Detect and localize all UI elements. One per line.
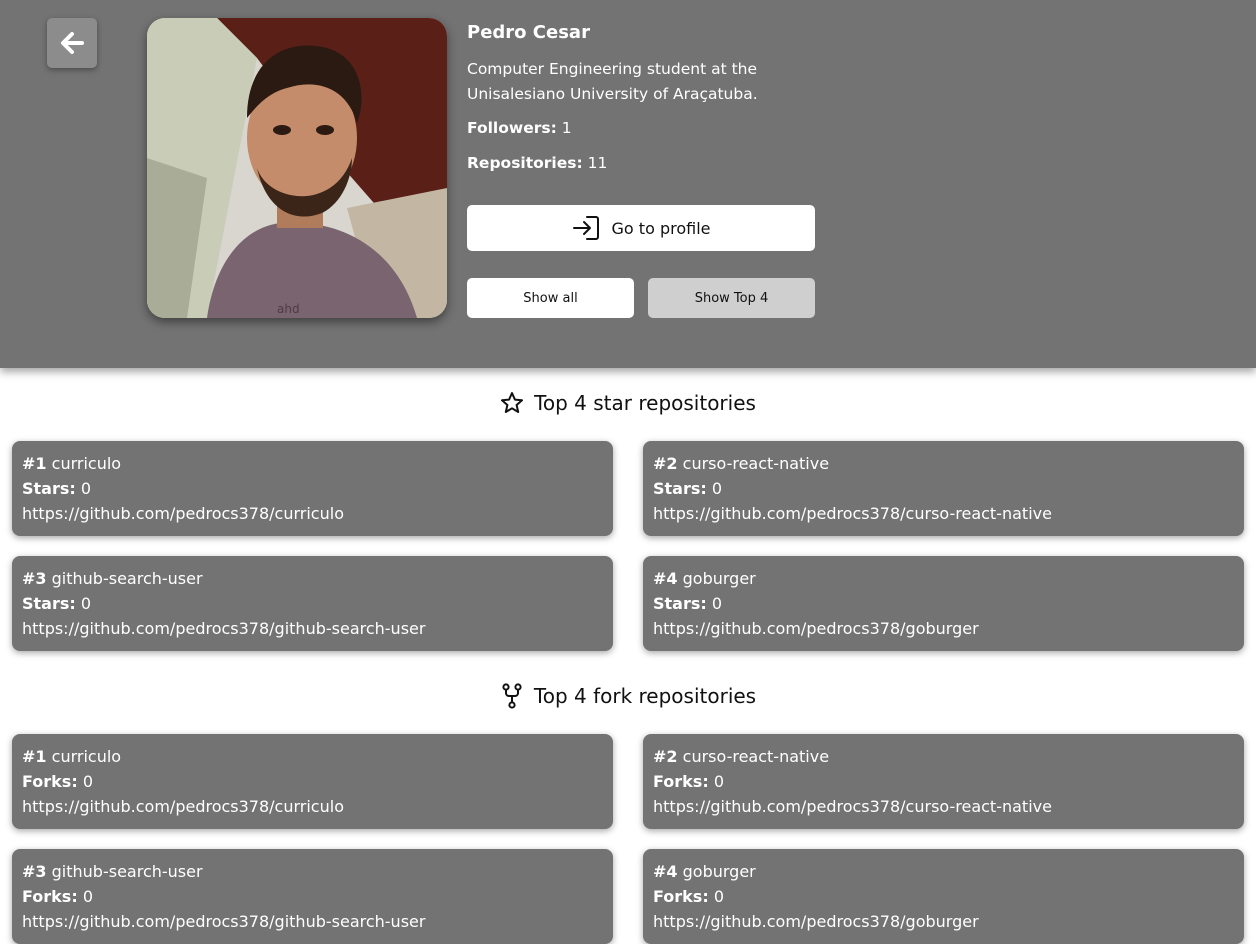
repo-name: curriculo — [51, 454, 122, 473]
go-to-profile-button[interactable]: Go to profile — [467, 205, 815, 251]
repo-name: goburger — [682, 569, 756, 588]
back-button[interactable] — [47, 18, 97, 68]
repo-url: https://github.com/pedrocs378/curriculo — [22, 797, 344, 816]
followers-count: 1 — [561, 119, 572, 137]
svg-text:ahd: ahd — [277, 302, 300, 316]
metric-label: Forks: — [653, 772, 709, 791]
repo-rank: #4 — [653, 862, 678, 881]
repo-card[interactable]: #3 github-search-user Forks: 0 https://g… — [12, 849, 613, 944]
star-icon — [501, 392, 524, 413]
followers-label: Followers: — [467, 119, 557, 137]
repo-url: https://github.com/pedrocs378/github-sea… — [22, 619, 426, 638]
repo-name: curso-react-native — [682, 454, 830, 473]
repo-card[interactable]: #4 goburger Forks: 0 https://github.com/… — [643, 849, 1244, 944]
repo-card[interactable]: #4 goburger Stars: 0 https://github.com/… — [643, 556, 1244, 651]
repo-url: https://github.com/pedrocs378/goburger — [653, 619, 979, 638]
repo-rank: #2 — [653, 747, 678, 766]
repo-url: https://github.com/pedrocs378/curriculo — [22, 504, 344, 523]
show-top-label: Show Top 4 — [694, 290, 769, 306]
repo-url: https://github.com/pedrocs378/curso-reac… — [653, 797, 1052, 816]
repo-url: https://github.com/pedrocs378/github-sea… — [22, 912, 426, 931]
repo-stars: 0 — [711, 479, 723, 498]
arrow-left-icon — [61, 32, 84, 54]
repo-card[interactable]: #3 github-search-user Stars: 0 https://g… — [12, 556, 613, 651]
repo-url: https://github.com/pedrocs378/goburger — [653, 912, 979, 931]
repo-rank: #3 — [22, 862, 47, 881]
repo-stars: 0 — [80, 479, 92, 498]
star-section-title: Top 4 star repositories — [0, 388, 1256, 418]
repo-name: curso-react-native — [682, 747, 830, 766]
metric-label: Stars: — [22, 594, 76, 613]
repo-forks: 0 — [713, 772, 725, 791]
repo-card[interactable]: #2 curso-react-native Forks: 0 https://g… — [643, 734, 1244, 829]
fork-section-title: Top 4 fork repositories — [0, 681, 1256, 711]
repo-forks: 0 — [82, 887, 94, 906]
user-name: Pedro Cesar — [467, 22, 590, 43]
metric-label: Stars: — [653, 594, 707, 613]
repo-card[interactable]: #1 curriculo Stars: 0 https://github.com… — [12, 441, 613, 536]
metric-label: Forks: — [22, 772, 78, 791]
go-to-profile-label: Go to profile — [611, 218, 711, 238]
metric-label: Forks: — [653, 887, 709, 906]
followers-stat: Followers: 1 — [467, 116, 815, 140]
repo-name: curriculo — [51, 747, 122, 766]
star-section-label: Top 4 star repositories — [534, 391, 756, 415]
show-all-label: Show all — [523, 290, 578, 306]
avatar: ahd — [147, 18, 447, 318]
repositories-stat: Repositories: 11 — [467, 151, 815, 175]
repo-rank: #2 — [653, 454, 678, 473]
repo-url: https://github.com/pedrocs378/curso-reac… — [653, 504, 1052, 523]
metric-label: Forks: — [22, 887, 78, 906]
repo-card[interactable]: #1 curriculo Forks: 0 https://github.com… — [12, 734, 613, 829]
metric-label: Stars: — [653, 479, 707, 498]
repo-forks: 0 — [713, 887, 725, 906]
repo-rank: #1 — [22, 454, 47, 473]
repo-name: github-search-user — [51, 862, 203, 881]
show-all-button[interactable]: Show all — [467, 278, 634, 318]
user-info: Pedro Cesar Computer Engineering student… — [467, 18, 815, 186]
repo-rank: #1 — [22, 747, 47, 766]
repo-card[interactable]: #2 curso-react-native Stars: 0 https://g… — [643, 441, 1244, 536]
show-top-button[interactable]: Show Top 4 — [648, 278, 815, 318]
login-icon — [572, 216, 599, 240]
fork-icon — [502, 683, 522, 709]
repo-stars: 0 — [711, 594, 723, 613]
repositories-count: 11 — [587, 154, 608, 172]
profile-header: ahd Pedro Cesar Computer Engineering stu… — [0, 0, 1256, 368]
repo-rank: #4 — [653, 569, 678, 588]
repo-name: goburger — [682, 862, 756, 881]
repo-forks: 0 — [82, 772, 94, 791]
repo-stars: 0 — [80, 594, 92, 613]
repositories-label: Repositories: — [467, 154, 583, 172]
metric-label: Stars: — [22, 479, 76, 498]
user-bio: Computer Engineering student at the Unis… — [467, 60, 758, 103]
repo-name: github-search-user — [51, 569, 203, 588]
repo-rank: #3 — [22, 569, 47, 588]
avatar-photo: ahd — [147, 18, 447, 318]
fork-section-label: Top 4 fork repositories — [533, 684, 757, 708]
